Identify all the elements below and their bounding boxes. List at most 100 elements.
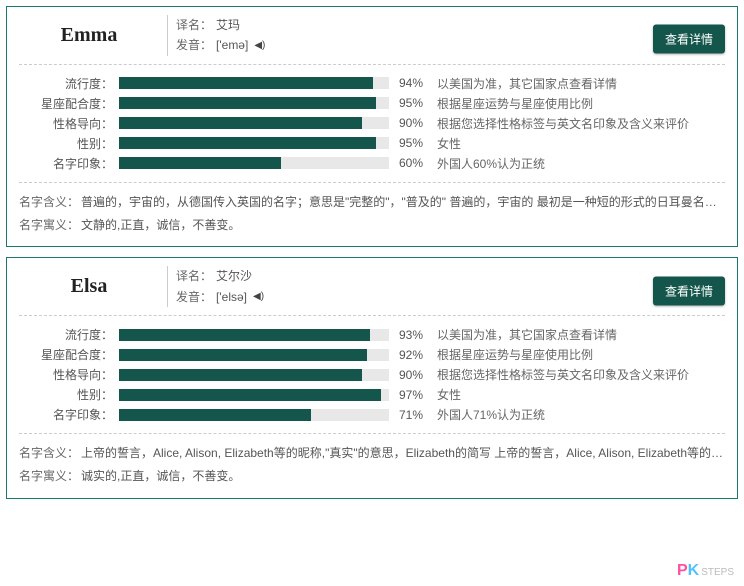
metric-percent: 92% (389, 348, 431, 362)
moral-label: 名字寓义： (19, 214, 81, 237)
metric-description: 女性 (431, 386, 461, 403)
watermark-k: K (688, 562, 700, 579)
english-name: Elsa (71, 275, 108, 298)
metric-label: 星座配合度： (19, 346, 119, 363)
translit-value: 艾尔沙 (216, 266, 252, 286)
corner-decoration (6, 257, 14, 265)
metric-label: 星座配合度： (19, 95, 119, 112)
metric-percent: 90% (389, 368, 431, 382)
metric-percent: 93% (389, 328, 431, 342)
corner-decoration (730, 257, 738, 265)
metric-description: 外国人71%认为正统 (431, 406, 545, 423)
divider-horizontal (19, 182, 725, 183)
metric-description: 根据星座运势与星座使用比例 (431, 95, 593, 112)
moral-label: 名字寓义： (19, 465, 81, 488)
pron-label: 发音： (176, 287, 212, 307)
translit-row: 译名：艾玛 (176, 15, 265, 35)
metric-bar-fill (119, 77, 373, 89)
metric-bar-track (119, 409, 389, 421)
pron-row: 发音：['elsə]◀) (176, 287, 264, 307)
meaning-text: 普遍的，宇宙的，从德国传入英国的名字；意思是"完整的"，"普及的" 普遍的，宇宙… (81, 191, 725, 214)
card-header: Elsa 译名：艾尔沙发音：['elsə]◀) 查看详情 (19, 266, 725, 316)
sound-icon[interactable]: ◀) (253, 288, 264, 305)
meaning-text: 上帝的誓言，Alice, Alison, Elizabeth等的昵称,"真实"的… (81, 442, 725, 465)
divider-vertical (167, 15, 168, 56)
metric-percent: 95% (389, 136, 431, 150)
metric-bar-track (119, 389, 389, 401)
meta-column: 译名：艾玛发音：['emə] ◀) (176, 15, 265, 56)
metric-label: 性格导向： (19, 115, 119, 132)
name-column: Emma (19, 15, 159, 56)
metric-description: 以美国为准，其它国家点查看详情 (431, 75, 617, 92)
metrics-section: 流行度：94%以美国为准，其它国家点查看详情星座配合度：95%根据星座运势与星座… (19, 75, 725, 172)
metric-bar-track (119, 117, 389, 129)
metric-description: 根据星座运势与星座使用比例 (431, 346, 593, 363)
sound-icon[interactable]: ◀) (254, 37, 265, 54)
metric-bar-fill (119, 117, 362, 129)
metric-bar-track (119, 137, 389, 149)
metric-bar-fill (119, 369, 362, 381)
name-column: Elsa (19, 266, 159, 307)
metric-percent: 97% (389, 388, 431, 402)
metric-bar-fill (119, 157, 281, 169)
metric-percent: 60% (389, 156, 431, 170)
metric-label: 流行度： (19, 75, 119, 92)
view-details-button[interactable]: 查看详情 (653, 25, 725, 54)
metric-bar-fill (119, 389, 381, 401)
metric-percent: 71% (389, 408, 431, 422)
translit-label: 译名： (176, 266, 212, 286)
metric-row: 流行度： 94%以美国为准，其它国家点查看详情 (19, 75, 725, 92)
pron-label: 发音： (176, 35, 212, 55)
metric-label: 性别： (19, 386, 119, 403)
metric-row: 名字印象： 60%外国人60%认为正统 (19, 155, 725, 172)
translit-label: 译名： (176, 15, 212, 35)
metric-bar-track (119, 349, 389, 361)
view-details-button[interactable]: 查看详情 (653, 276, 725, 305)
metric-label: 名字印象： (19, 155, 119, 172)
translit-value: 艾玛 (216, 15, 240, 35)
metric-bar-fill (119, 329, 370, 341)
metric-percent: 95% (389, 96, 431, 110)
moral-text: 文静的,正直，诚信，不善变。 (81, 214, 725, 237)
watermark: PKSTEPS (677, 562, 734, 580)
metric-bar-fill (119, 349, 367, 361)
metric-row: 名字印象： 71%外国人71%认为正统 (19, 406, 725, 423)
corner-decoration (730, 491, 738, 499)
metric-bar-fill (119, 409, 311, 421)
metric-bar-track (119, 157, 389, 169)
meaning-row: 名字含义：上帝的誓言，Alice, Alison, Elizabeth等的昵称,… (19, 442, 725, 465)
metric-label: 名字印象： (19, 406, 119, 423)
meaning-row: 名字含义：普遍的，宇宙的，从德国传入英国的名字；意思是"完整的"，"普及的" 普… (19, 191, 725, 214)
metric-description: 以美国为准，其它国家点查看详情 (431, 326, 617, 343)
metric-row: 性别： 95%女性 (19, 135, 725, 152)
divider-vertical (167, 266, 168, 307)
metric-description: 女性 (431, 135, 461, 152)
metric-description: 外国人60%认为正统 (431, 155, 545, 172)
metric-bar-track (119, 97, 389, 109)
metric-bar-fill (119, 97, 376, 109)
moral-row: 名字寓义：诚实的,正直，诚信，不善变。 (19, 465, 725, 488)
metric-label: 性别： (19, 135, 119, 152)
metrics-section: 流行度：93%以美国为准，其它国家点查看详情星座配合度：92%根据星座运势与星座… (19, 326, 725, 423)
metric-percent: 94% (389, 76, 431, 90)
moral-row: 名字寓义：文静的,正直，诚信，不善变。 (19, 214, 725, 237)
name-card: Emma 译名：艾玛发音：['emə] ◀) 查看详情流行度： 94%以美国为准，其它国… (6, 6, 738, 247)
meaning-label: 名字含义： (19, 191, 81, 214)
meta-column: 译名：艾尔沙发音：['elsə]◀) (176, 266, 264, 307)
corner-decoration (730, 6, 738, 14)
pron-value: ['emə] (216, 35, 248, 55)
moral-text: 诚实的,正直，诚信，不善变。 (81, 465, 725, 488)
metric-bar-track (119, 369, 389, 381)
metric-description: 根据您选择性格标签与英文名印象及含义来评价 (431, 366, 689, 383)
divider-horizontal (19, 433, 725, 434)
metric-description: 根据您选择性格标签与英文名印象及含义来评价 (431, 115, 689, 132)
metric-label: 性格导向： (19, 366, 119, 383)
metric-row: 性格导向： 90%根据您选择性格标签与英文名印象及含义来评价 (19, 366, 725, 383)
metric-row: 性别： 97%女性 (19, 386, 725, 403)
metric-bar-fill (119, 137, 376, 149)
corner-decoration (730, 239, 738, 247)
english-name: Emma (61, 24, 118, 47)
pron-row: 发音：['emə] ◀) (176, 35, 265, 55)
metric-row: 星座配合度： 95%根据星座运势与星座使用比例 (19, 95, 725, 112)
corner-decoration (6, 491, 14, 499)
